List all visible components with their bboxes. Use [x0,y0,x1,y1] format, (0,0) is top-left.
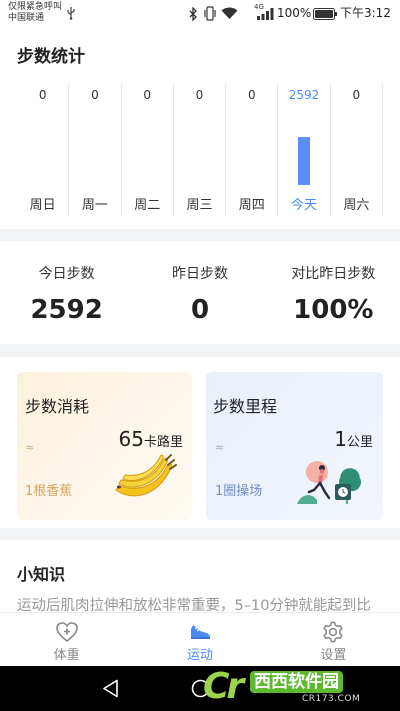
carrier-name: 中国联通 [8,13,45,23]
calories-value: 65 [118,427,144,451]
tab-label: 运动 [186,648,213,663]
gear-icon [323,621,343,643]
tab-exercise[interactable]: 运动 [133,613,266,666]
section-divider [0,528,400,540]
tab-settings[interactable]: 设置 [267,613,400,666]
chart-day-column[interactable]: 2592 今天 [278,83,331,216]
heart-plus-icon [55,622,78,643]
runner-illustration [297,461,362,504]
calories-card-title: 步数消耗 [25,397,90,416]
day-label: 周六 [343,198,370,213]
tab-label: 体重 [53,648,80,663]
stat-today-steps: 今日步数 2592 [0,241,133,344]
tab-weight[interactable]: 体重 [0,613,133,666]
calories-amount: 65卡路里 [119,427,183,455]
day-step-value: 2592 [288,88,320,102]
calories-equivalent: 1根香蕉 [25,484,73,499]
watermark-name: 西西软件园 [250,671,343,693]
chart-day-column[interactable]: 0 周六 [331,83,383,216]
battery-icon [313,8,337,20]
calories-card[interactable]: 步数消耗 65卡路里 ≈ 1根香蕉 [17,372,192,520]
day-step-value: 0 [247,88,256,102]
battery-percent: 100% [277,6,312,20]
day-label: 周三 [186,198,213,213]
approx-symbol: ≈ [25,441,35,454]
stat-label: 昨日步数 [171,266,228,282]
watermark-site: CR173.COM [302,694,361,704]
calories-unit: 卡路里 [143,435,183,450]
stat-yesterday-steps: 昨日步数 0 [133,241,266,344]
stat-compare-yesterday: 对比昨日步数 100% [267,241,400,344]
sneaker-icon [190,625,210,639]
stat-value: 0 [190,295,210,325]
usb-icon [67,7,75,20]
steps-week-chart: 0 周日 0 周一 0 周二 0 周三 0 周四 2592 今天 0 周六 [17,83,383,216]
day-step-value: 0 [195,88,204,102]
chart-day-column[interactable]: 0 周日 [17,83,70,216]
banana-illustration [115,454,177,497]
bluetooth-icon [189,7,197,21]
distance-unit: 公里 [346,435,373,450]
stat-value: 100% [293,295,374,325]
day-label: 周一 [81,198,108,213]
tab-label: 设置 [320,648,347,663]
vibrate-icon [204,6,216,21]
distance-value: 1 [334,427,347,451]
section-divider [0,344,400,357]
approx-symbol: ≈ [215,441,225,454]
day-label: 今天 [291,198,318,213]
steps-chart-title: 步数统计 [17,47,85,67]
wifi-icon [221,7,238,19]
day-step-value: 0 [91,88,99,102]
back-icon[interactable] [102,679,120,698]
system-navigation-bar: Cr 西西软件园 CR173.COM [0,666,400,711]
signal-icon [257,8,274,20]
tips-title: 小知识 [17,565,66,584]
day-label: 周二 [134,198,161,213]
distance-amount: 1公里 [334,427,373,455]
stat-label: 对比昨日步数 [291,266,376,282]
section-divider [0,229,400,241]
chart-day-column[interactable]: 0 周三 [174,83,227,216]
emergency-calls-only-text: 仅限紧急呼叫 [8,2,63,12]
distance-card[interactable]: 步数里程 1公里 ≈ 1圈操场 [206,372,383,520]
step-stats-row: 今日步数 2592 昨日步数 0 对比昨日步数 100% [0,241,400,344]
stat-value: 2592 [30,295,103,325]
day-label: 周四 [238,198,265,213]
bottom-tab-bar: 体重 运动 设置 [0,612,400,666]
step-bar [298,137,311,185]
distance-card-title: 步数里程 [213,397,278,416]
day-step-value: 0 [143,88,152,102]
day-label: 周日 [29,198,56,213]
distance-equivalent: 1圈操场 [215,484,263,499]
chart-day-column[interactable]: 0 周二 [122,83,174,216]
clock-time: 下午3:12 [340,6,391,20]
day-step-value: 0 [352,88,361,102]
stat-label: 今日步数 [38,266,95,282]
chart-day-column[interactable]: 0 周一 [69,83,122,216]
chart-day-column[interactable]: 0 周四 [226,83,279,216]
watermark-logo: Cr [203,666,244,707]
day-step-value: 0 [38,88,47,102]
